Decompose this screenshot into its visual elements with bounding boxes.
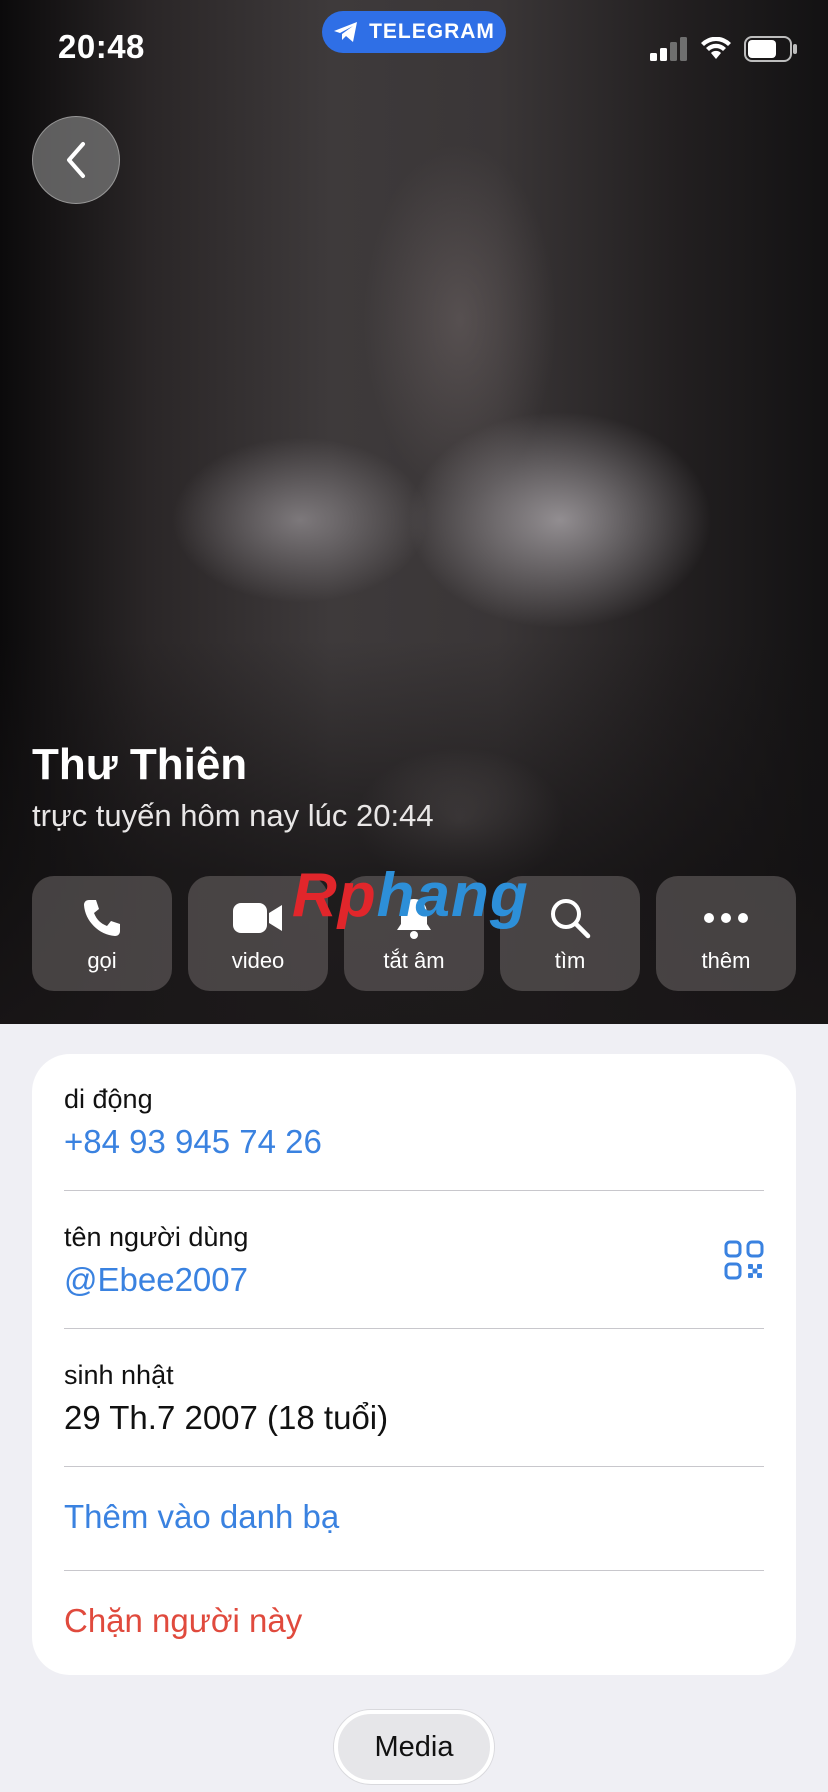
- search-icon: [551, 898, 591, 938]
- info-card: di động +84 93 945 74 26 tên người dùng …: [32, 1054, 796, 1675]
- more-button[interactable]: thêm: [656, 876, 796, 991]
- username-value[interactable]: @Ebee2007: [64, 1261, 764, 1299]
- phone-row[interactable]: di động +84 93 945 74 26: [64, 1084, 764, 1161]
- status-icons: [650, 36, 798, 62]
- action-bar: gọi video tắt âm tìm thêm: [32, 876, 796, 991]
- divider: [64, 1328, 764, 1329]
- telegram-plane-icon: [334, 22, 358, 42]
- call-label: gọi: [87, 947, 117, 973]
- telegram-label: TELEGRAM: [369, 20, 495, 43]
- mute-label: tắt âm: [383, 947, 445, 973]
- username-label: tên người dùng: [64, 1222, 249, 1252]
- divider: [64, 1570, 764, 1571]
- divider: [64, 1190, 764, 1191]
- last-seen-status: trực tuyến hôm nay lúc 20:44: [32, 798, 434, 833]
- birthday-row: sinh nhật 29 Th.7 2007 (18 tuổi): [64, 1360, 764, 1437]
- wifi-icon: [701, 37, 731, 59]
- add-contact-link[interactable]: Thêm vào danh bạ: [64, 1498, 764, 1536]
- birthday-value: 29 Th.7 2007 (18 tuổi): [64, 1399, 389, 1436]
- divider: [64, 1466, 764, 1467]
- more-label: thêm: [701, 947, 751, 973]
- more-icon: [704, 912, 748, 923]
- search-label: tìm: [554, 947, 586, 973]
- chevron-left-icon: [67, 142, 85, 178]
- phone-icon: [84, 899, 120, 936]
- call-button[interactable]: gọi: [32, 876, 172, 991]
- back-button[interactable]: [32, 116, 120, 204]
- qr-code-icon[interactable]: [724, 1240, 764, 1280]
- add-contact-row[interactable]: Thêm vào danh bạ: [64, 1498, 764, 1536]
- video-button[interactable]: video: [188, 876, 328, 991]
- search-button[interactable]: tìm: [500, 876, 640, 991]
- video-icon: [233, 902, 282, 933]
- media-tab[interactable]: Media: [334, 1710, 494, 1784]
- mute-button[interactable]: tắt âm: [344, 876, 484, 991]
- video-label: video: [231, 947, 285, 973]
- profile-name: Thư Thiên: [32, 740, 248, 789]
- phone-label: di động: [64, 1084, 153, 1114]
- bell-icon: [397, 898, 431, 939]
- signal-icon: [650, 37, 687, 61]
- username-row[interactable]: tên người dùng @Ebee2007: [64, 1222, 764, 1299]
- block-user-link[interactable]: Chặn người này: [64, 1602, 764, 1640]
- block-user-row[interactable]: Chặn người này: [64, 1602, 764, 1640]
- birthday-label: sinh nhật: [64, 1360, 174, 1390]
- telegram-pill[interactable]: TELEGRAM: [322, 11, 506, 53]
- status-time: 20:48: [58, 28, 145, 65]
- phone-value[interactable]: +84 93 945 74 26: [64, 1123, 764, 1161]
- battery-icon: [744, 36, 797, 62]
